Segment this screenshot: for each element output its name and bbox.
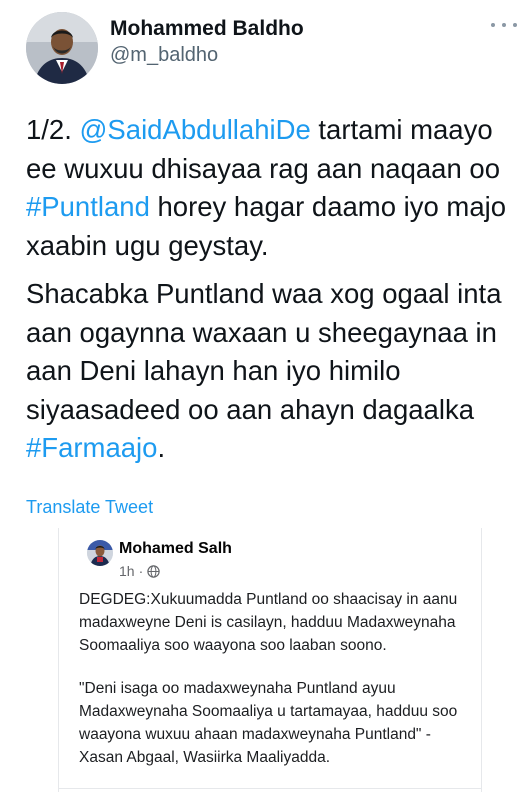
more-dot [513,23,517,27]
fb-meta-separator: · [138,563,144,579]
author-name[interactable]: Mohammed Baldho [110,17,304,41]
fb-post-meta: 1h · [119,563,160,579]
hashtag-farmaajo-link[interactable]: #Farmaajo [26,432,157,463]
fb-paragraph-1: DEGDEG:Xukuumadda Puntland oo shaacisay … [79,591,458,654]
more-dot [502,23,506,27]
globe-icon [147,564,160,578]
facebook-post-screenshot: Mohamed Salh 1h · DEGDEG:Xukuumadda Punt… [58,528,482,792]
tweet-paragraph-2: Shacabka Puntland waa xog ogaal inta aan… [26,275,526,468]
fb-post-time: 1h [119,563,135,579]
tweet-text-segment: Shacabka Puntland waa xog ogaal inta aan… [26,278,502,425]
tweet-paragraph-1: 1/2. @SaidAbdullahiDe tartami maayo ee w… [26,111,526,265]
fb-author-avatar [87,540,113,566]
more-dot [491,23,495,27]
tweet-text-segment: 1/2. [26,114,80,145]
author-avatar[interactable] [26,12,98,84]
author-handle[interactable]: @m_baldho [110,44,218,67]
fb-paragraph-2: "Deni isaga oo madaxweynaha Puntland ayu… [79,680,458,766]
tweet-text: 1/2. @SaidAbdullahiDe tartami maayo ee w… [26,111,526,468]
fb-post-text: DEGDEG:Xukuumadda Puntland oo shaacisay … [79,588,479,769]
mention-link[interactable]: @SaidAbdullahiDe [80,114,311,145]
more-dots-icon[interactable] [491,18,517,32]
translate-tweet-link[interactable]: Translate Tweet [26,497,153,518]
tweet-text-segment: . [157,432,166,463]
fb-author-name: Mohamed Salh [119,540,232,557]
card-bottom-divider [58,788,482,789]
hashtag-puntland-link[interactable]: #Puntland [26,191,150,222]
